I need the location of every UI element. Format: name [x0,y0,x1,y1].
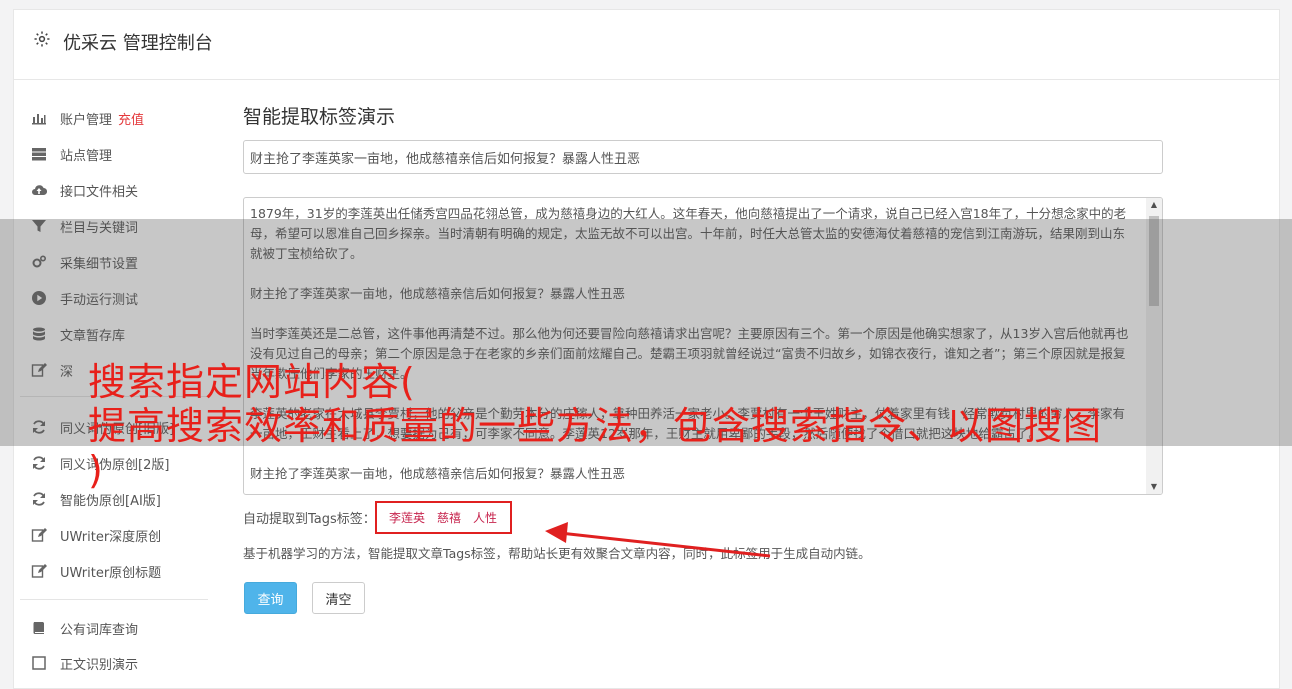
refresh-icon [30,454,48,472]
sidebar-item-text-recognition[interactable]: 正文识别演示 [30,652,138,674]
scroll-up-arrow-icon[interactable]: ▲ [1146,198,1162,212]
sidebar-item-label: 智能伪原创[AI版] [60,493,161,509]
edit-icon [30,526,48,544]
sidebar-item-label: 账户管理 [60,112,113,128]
edit-icon [30,562,48,580]
refresh-icon [30,490,48,508]
tags-label: 自动提取到Tags标签： [243,512,376,527]
sidebar-item-label: 接口文件相关 [60,184,139,200]
overlay-caption-line: 搜索指定网站内容( [88,360,416,404]
sidebar-item-label: 公有词库查询 [60,622,139,638]
cloud-upload-icon [30,181,48,199]
help-text: 基于机器学习的方法，智能提取文章Tags标签，帮助站长更有效聚合文章内容，同时，… [243,546,871,561]
panel-header: 优采云 管理控制台 [14,10,1279,80]
gear-icon [33,30,51,48]
tag: 李莲英 [389,511,426,525]
sidebar-item-label: UWriter深度原创 [60,529,162,545]
sidebar-item-uwriter-title[interactable]: UWriter原创标题 [30,560,161,582]
tag: 人性 [473,511,498,525]
sidebar-item-public-dict[interactable]: 公有词库查询 [30,617,138,639]
article-title-input[interactable] [243,140,1163,174]
sidebar-item-sites[interactable]: 站点管理 [30,143,112,165]
section-title: 智能提取标签演示 [243,106,396,128]
sidebar-item-interface[interactable]: 接口文件相关 [30,179,138,201]
tag: 慈禧 [437,511,462,525]
page-title: 优采云 管理控制台 [63,33,213,54]
sidebar-item-account[interactable]: 账户管理 充值 [30,107,144,129]
sidebar-item-uwriter-deep[interactable]: UWriter深度原创 [30,524,161,546]
sidebar-divider [20,599,208,600]
bar-chart-icon [30,109,48,127]
overlay-caption: 搜索指定网站内容( 提高搜索效率和质量的一些方法，包含搜索指令、以图搜图 ) [88,360,1288,492]
server-icon [30,145,48,163]
sidebar-item-label: 正文识别演示 [60,657,139,673]
sidebar-item-label: UWriter原创标题 [60,565,162,581]
square-icon [30,654,48,672]
recharge-link[interactable]: 充值 [118,109,144,128]
book-icon [30,619,48,637]
overlay-caption-line: 提高搜索效率和质量的一些方法，包含搜索指令、以图搜图 [88,404,1103,448]
tags-highlight-box: 李莲英 慈禧 人性 [375,501,512,534]
sidebar-item-label: 站点管理 [60,148,113,164]
clear-button[interactable]: 清空 [312,582,365,614]
overlay-caption-line: ) [88,448,104,492]
query-button[interactable]: 查询 [244,582,297,614]
